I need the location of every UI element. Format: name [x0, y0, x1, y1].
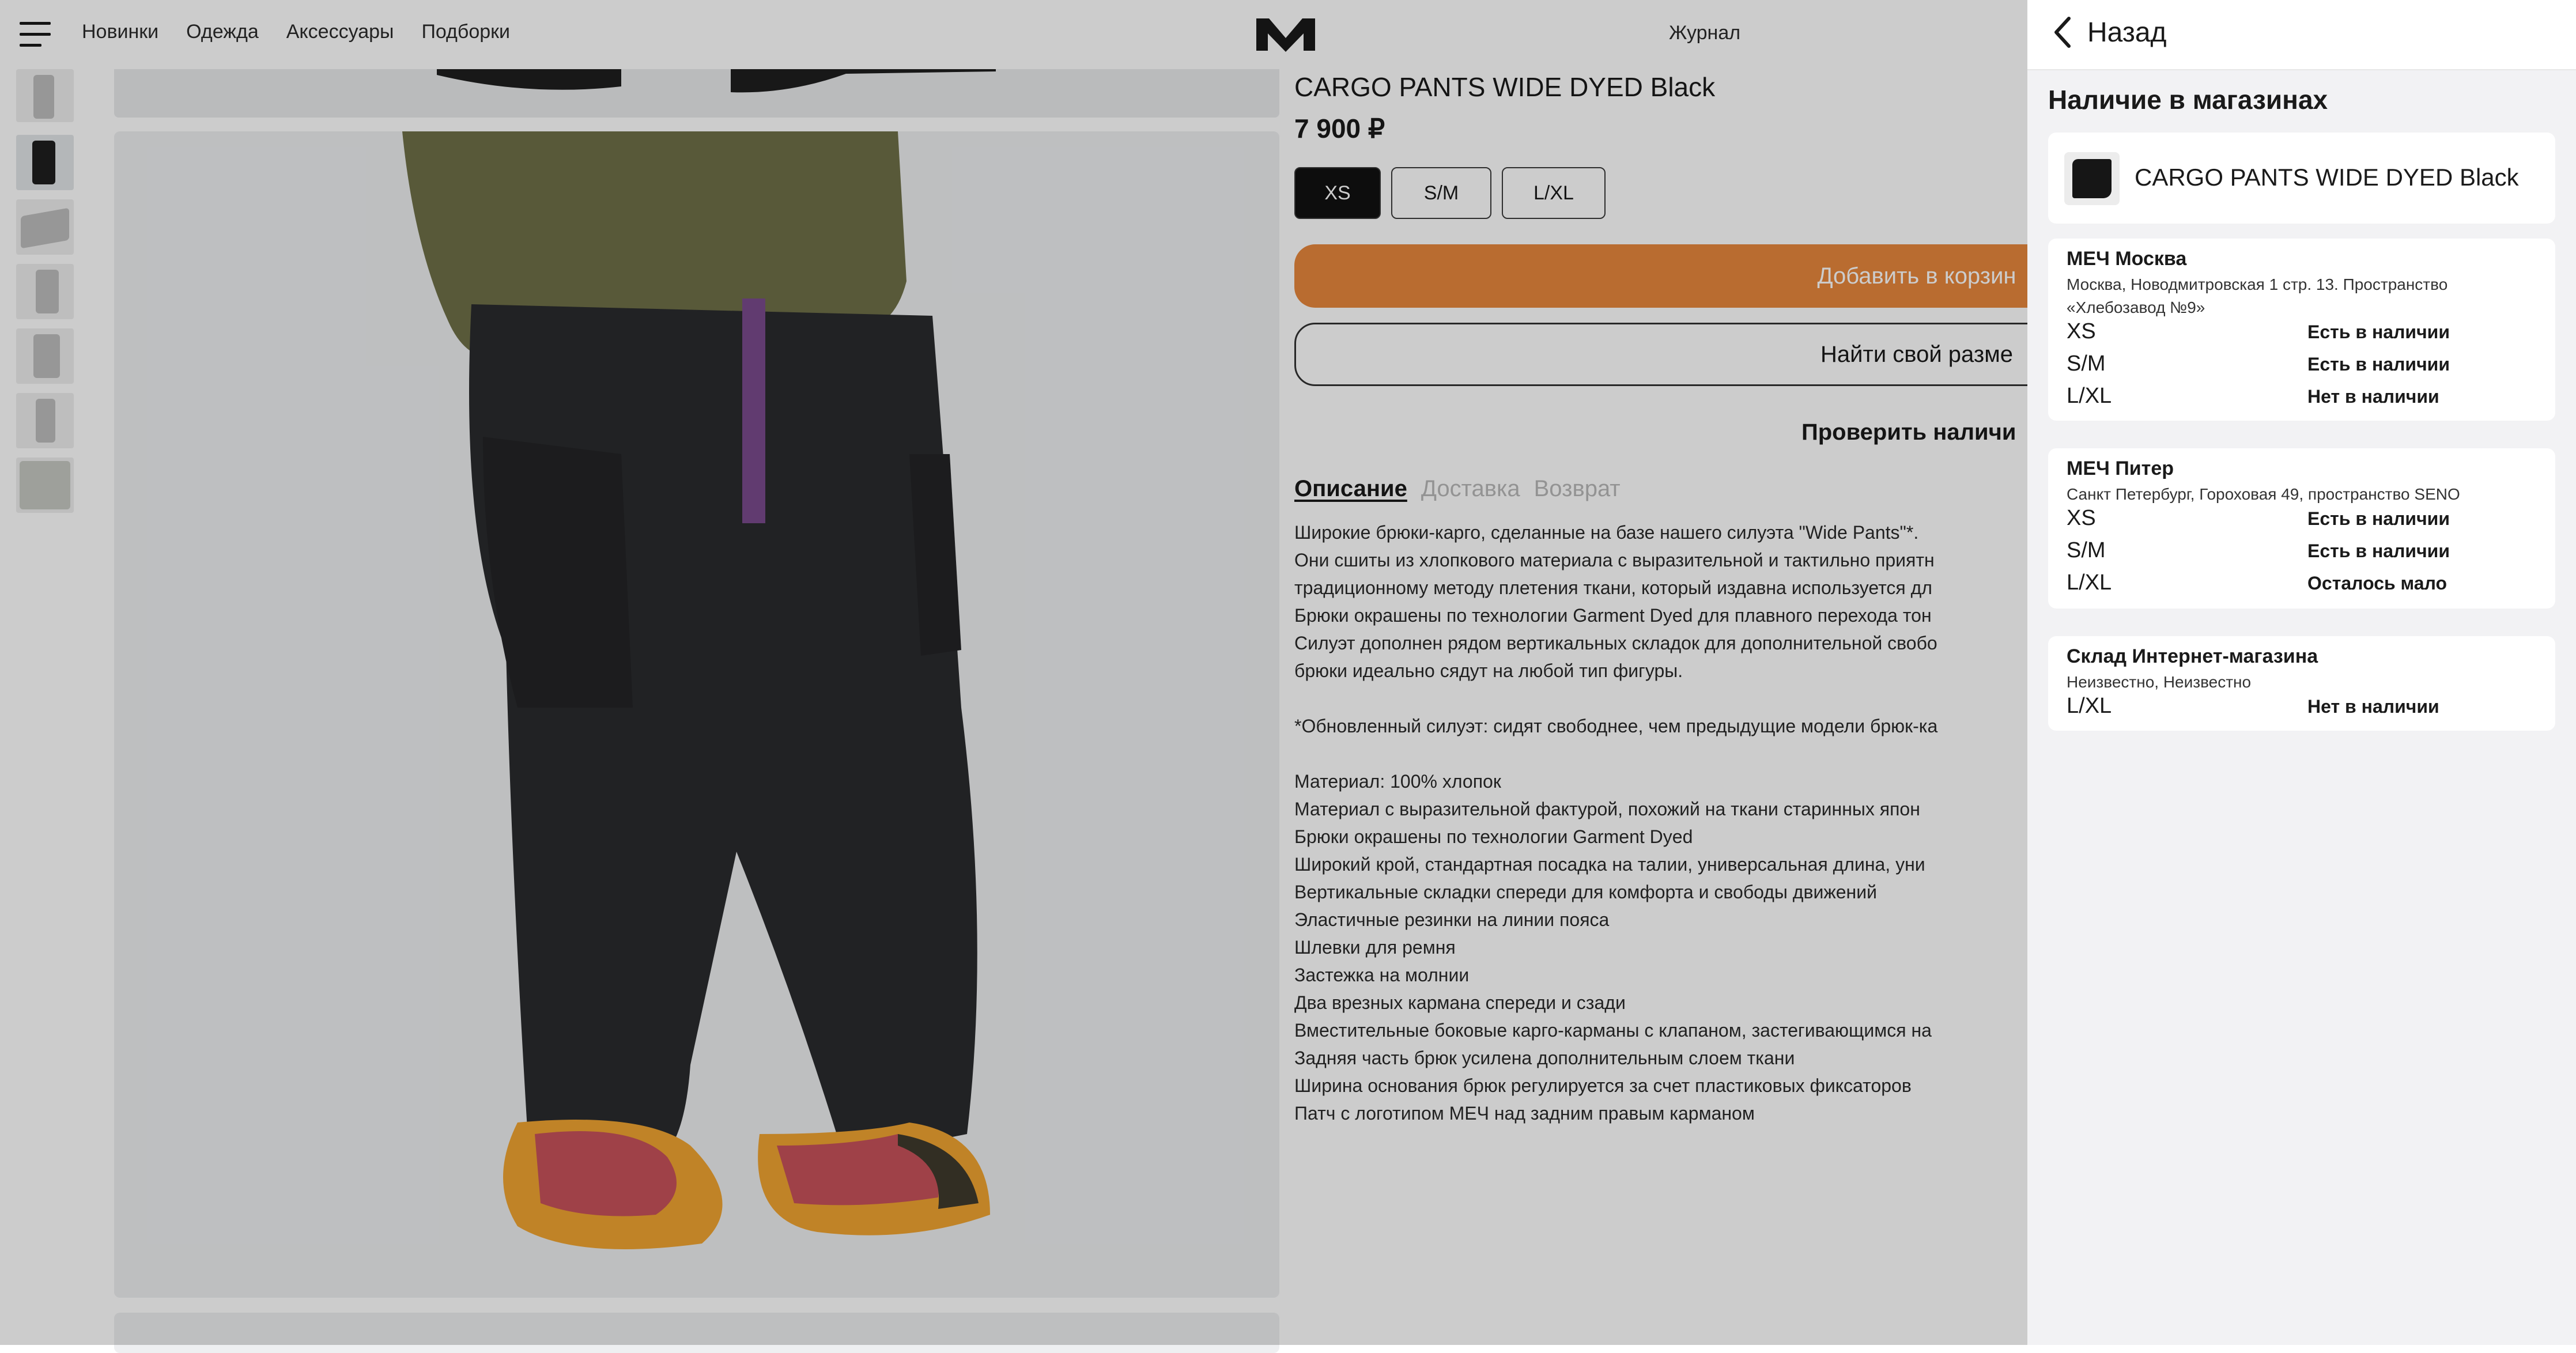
- store-address: Санкт Петербург, Гороховая 49, пространс…: [2067, 485, 2460, 503]
- store-address: Неизвестно, Неизвестно: [2067, 673, 2252, 691]
- availability-status: Есть в наличии: [2307, 508, 2450, 529]
- availability-status: Есть в наличии: [2307, 541, 2450, 561]
- drawer-title: Наличие в магазинах: [2048, 85, 2328, 115]
- availability-row: XS Есть в наличии: [2067, 319, 2539, 350]
- product-thumbnail: [2064, 152, 2120, 205]
- drawer-product-card: CARGO PANTS WIDE DYED Black: [2048, 133, 2555, 224]
- availability-size: S/M: [2067, 538, 2106, 562]
- back-label: Назад: [2087, 17, 2167, 48]
- back-button[interactable]: Назад: [2052, 15, 2167, 50]
- availability-row: L/XL Нет в наличии: [2067, 694, 2539, 725]
- availability-status: Есть в наличии: [2307, 354, 2450, 375]
- availability-size: XS: [2067, 506, 2096, 530]
- availability-row: XS Есть в наличии: [2067, 506, 2539, 537]
- store-card-warehouse: Склад Интернет-магазина Неизвестно, Неиз…: [2048, 636, 2555, 731]
- availability-status: Нет в наличии: [2307, 696, 2439, 717]
- availability-size: L/XL: [2067, 694, 2112, 718]
- availability-row: L/XL Осталось мало: [2067, 570, 2539, 602]
- store-name: Склад Интернет-магазина: [2067, 645, 2318, 667]
- availability-size: L/XL: [2067, 570, 2112, 595]
- availability-status: Осталось мало: [2307, 573, 2447, 594]
- availability-status: Есть в наличии: [2307, 322, 2450, 342]
- availability-row: S/M Есть в наличии: [2067, 352, 2539, 383]
- availability-row: L/XL Нет в наличии: [2067, 384, 2539, 415]
- availability-size: S/M: [2067, 352, 2106, 376]
- store-availability-drawer: Назад Наличие в магазинах CARGO PANTS WI…: [2027, 0, 2576, 1345]
- store-card-moscow: МЕЧ Москва Москва, Новодмитровская 1 стр…: [2048, 239, 2555, 421]
- drawer-product-name: CARGO PANTS WIDE DYED Black: [2135, 164, 2519, 191]
- availability-size: XS: [2067, 319, 2096, 343]
- drawer-header: Назад: [2027, 0, 2576, 70]
- availability-size: L/XL: [2067, 384, 2112, 408]
- store-name: МЕЧ Москва: [2067, 248, 2187, 270]
- availability-status: Нет в наличии: [2307, 386, 2439, 407]
- store-name: МЕЧ Питер: [2067, 458, 2174, 479]
- chevron-left-icon: [2054, 17, 2071, 48]
- store-address: Москва, Новодмитровская 1 стр. 13. Прост…: [2067, 275, 2448, 316]
- store-card-piter: МЕЧ Питер Санкт Петербург, Гороховая 49,…: [2048, 448, 2555, 609]
- modal-backdrop[interactable]: [0, 0, 2027, 1345]
- availability-row: S/M Есть в наличии: [2067, 538, 2539, 569]
